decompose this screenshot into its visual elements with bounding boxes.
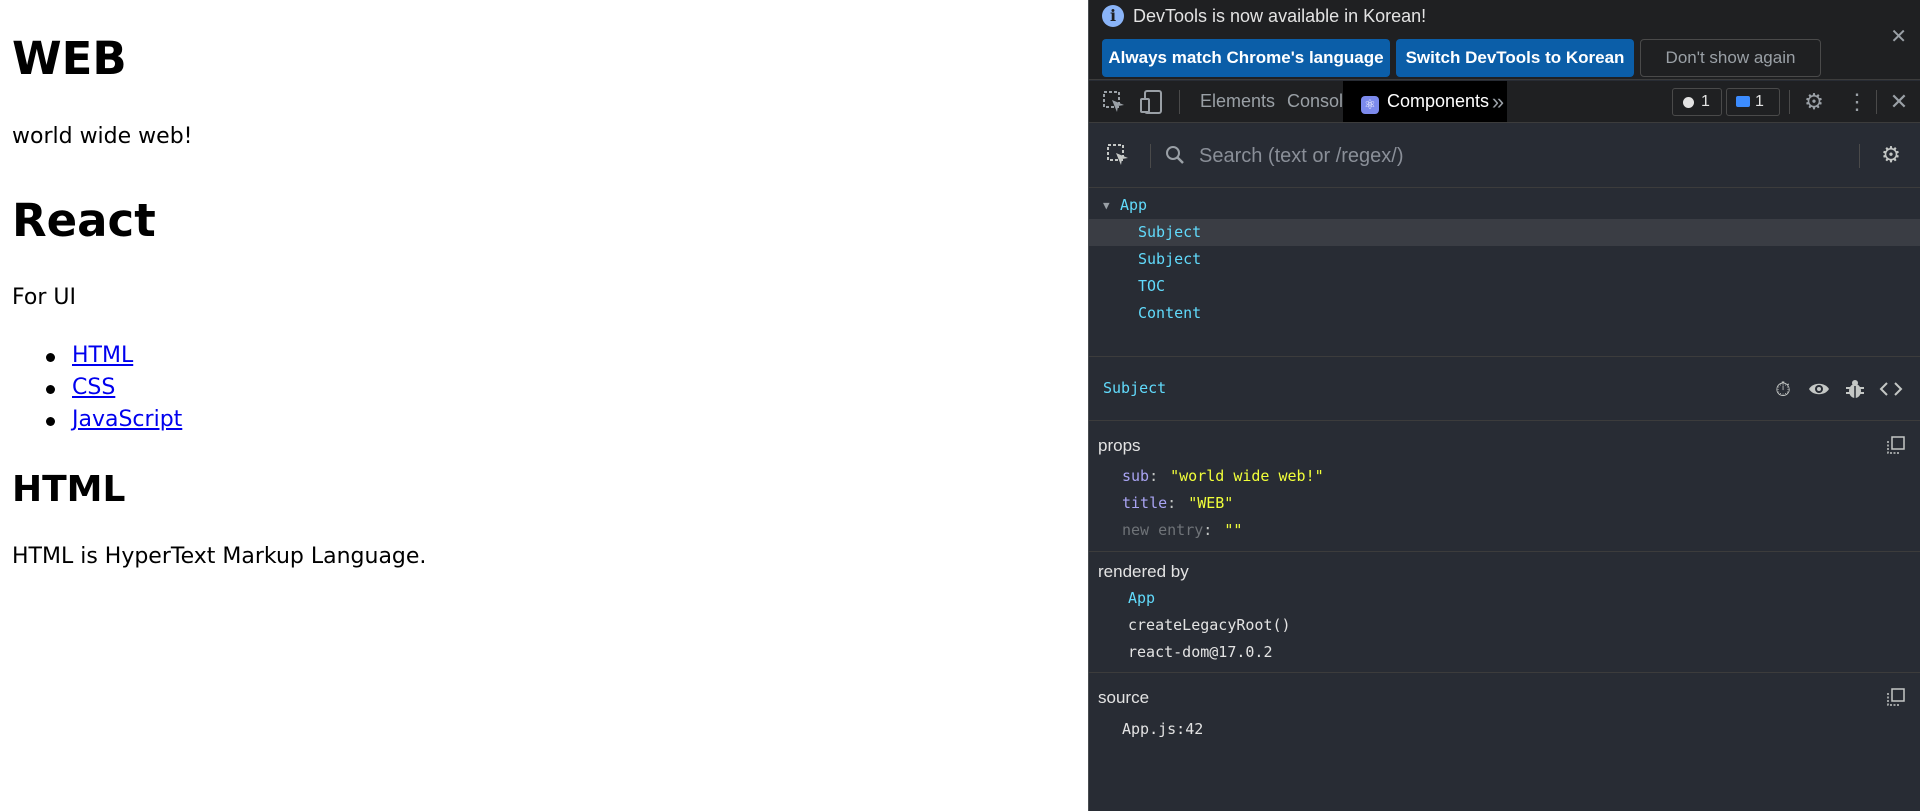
toc-link-css[interactable]: CSS: [72, 375, 115, 400]
settings-gear-icon[interactable]: ⚙: [1801, 89, 1827, 115]
subject-sub-web: world wide web!: [12, 124, 193, 149]
subject-heading-react: React: [12, 194, 156, 247]
tree-node-label: App: [1120, 196, 1148, 214]
rendered-by-item: createLegacyRoot(): [1128, 616, 1291, 634]
prop-key: sub: [1122, 467, 1150, 485]
tree-node-label: Subject: [1138, 223, 1202, 241]
always-match-language-button[interactable]: Always match Chrome's language: [1102, 39, 1390, 77]
rendered-by-title: rendered by: [1098, 562, 1189, 581]
toc-item: HTML: [12, 340, 182, 372]
tab-components-label: Components: [1387, 91, 1490, 111]
tree-row-toc[interactable]: TOC: [1089, 273, 1920, 300]
copy-props-icon[interactable]: [1886, 436, 1906, 456]
toc-link-javascript[interactable]: JavaScript: [72, 407, 182, 432]
dont-show-again-button[interactable]: Don't show again: [1640, 39, 1821, 77]
more-options-icon[interactable]: ⋮: [1844, 89, 1870, 115]
copy-source-icon[interactable]: [1886, 688, 1906, 708]
tree-row-app[interactable]: ▼ App: [1089, 192, 1920, 219]
tree-node-label: TOC: [1138, 277, 1166, 295]
view-source-icon[interactable]: [1878, 377, 1904, 403]
selected-component-header: Subject ⏱: [1089, 358, 1920, 421]
inspect-element-icon[interactable]: [1101, 89, 1127, 115]
toc-link-html[interactable]: HTML: [72, 343, 133, 368]
subject-heading-web: WEB: [12, 32, 127, 85]
toc-item: CSS: [12, 372, 182, 404]
more-tabs-icon[interactable]: »: [1485, 89, 1511, 115]
subject-sub-react: For UI: [12, 285, 76, 310]
tree-node-label: Subject: [1138, 250, 1202, 268]
info-icon: i: [1102, 5, 1124, 27]
devtools-panel: i DevTools is now available in Korean! ✕…: [1088, 0, 1920, 811]
content-description: HTML is HyperText Markup Language.: [12, 544, 427, 569]
infobar-message: DevTools is now available in Korean!: [1133, 6, 1427, 26]
message-count-badge[interactable]: 1: [1726, 88, 1780, 116]
source-section-title: source: [1098, 688, 1150, 707]
switch-to-korean-button[interactable]: Switch DevTools to Korean: [1396, 39, 1634, 77]
toc-list: HTML CSS JavaScript: [12, 340, 182, 436]
source-location[interactable]: App.js:42: [1122, 716, 1203, 743]
language-infobar: i DevTools is now available in Korean! ✕…: [1089, 0, 1920, 80]
tree-row-subject[interactable]: Subject: [1089, 219, 1920, 246]
new-entry-value[interactable]: "": [1224, 521, 1242, 539]
caret-down-icon[interactable]: ▼: [1103, 192, 1110, 219]
device-toolbar-icon[interactable]: [1139, 89, 1165, 115]
prop-row[interactable]: sub: "world wide web!": [1122, 463, 1324, 490]
stopwatch-icon[interactable]: ⏱: [1770, 377, 1796, 403]
web-page: WEB world wide web! React For UI HTML CS…: [0, 0, 1088, 811]
tree-node-label: Content: [1138, 304, 1202, 322]
rendered-by-item: react-dom@17.0.2: [1128, 643, 1273, 661]
component-tree: ▼ App Subject Subject TOC Content: [1089, 190, 1920, 357]
settings-gear-icon[interactable]: ⚙: [1878, 142, 1904, 168]
content-heading: HTML: [12, 469, 126, 510]
tab-elements[interactable]: Elements: [1200, 81, 1275, 122]
props-section-title: props: [1098, 436, 1141, 455]
tab-components[interactable]: ⚛ Components: [1343, 81, 1508, 122]
new-entry-row[interactable]: new entry: "": [1122, 517, 1242, 544]
search-icon: [1162, 142, 1188, 168]
selected-component-name: Subject: [1103, 379, 1167, 397]
react-icon: ⚛: [1361, 96, 1379, 114]
select-component-icon[interactable]: [1105, 142, 1131, 168]
tree-row-subject[interactable]: Subject: [1089, 246, 1920, 273]
component-search-bar: ⚙: [1089, 124, 1920, 188]
toc-item: JavaScript: [12, 404, 182, 436]
prop-key: title: [1122, 494, 1168, 512]
rendered-by-app-link[interactable]: App: [1128, 585, 1155, 612]
tree-row-content[interactable]: Content: [1089, 300, 1920, 327]
search-input[interactable]: [1199, 140, 1799, 172]
close-icon[interactable]: ✕: [1890, 24, 1907, 49]
prop-value[interactable]: "WEB": [1188, 494, 1233, 512]
error-count-badge[interactable]: 1: [1672, 88, 1722, 116]
bug-icon[interactable]: [1842, 377, 1868, 403]
new-entry-key[interactable]: new entry: [1122, 521, 1203, 539]
prop-value[interactable]: "world wide web!": [1170, 467, 1324, 485]
close-devtools-icon[interactable]: ✕: [1886, 89, 1912, 115]
prop-row[interactable]: title: "WEB": [1122, 490, 1233, 517]
devtools-tabbar: Elements Console ⚛ Components » 1 1 ⚙ ⋮ ✕: [1089, 81, 1920, 123]
eye-icon[interactable]: [1806, 377, 1832, 403]
